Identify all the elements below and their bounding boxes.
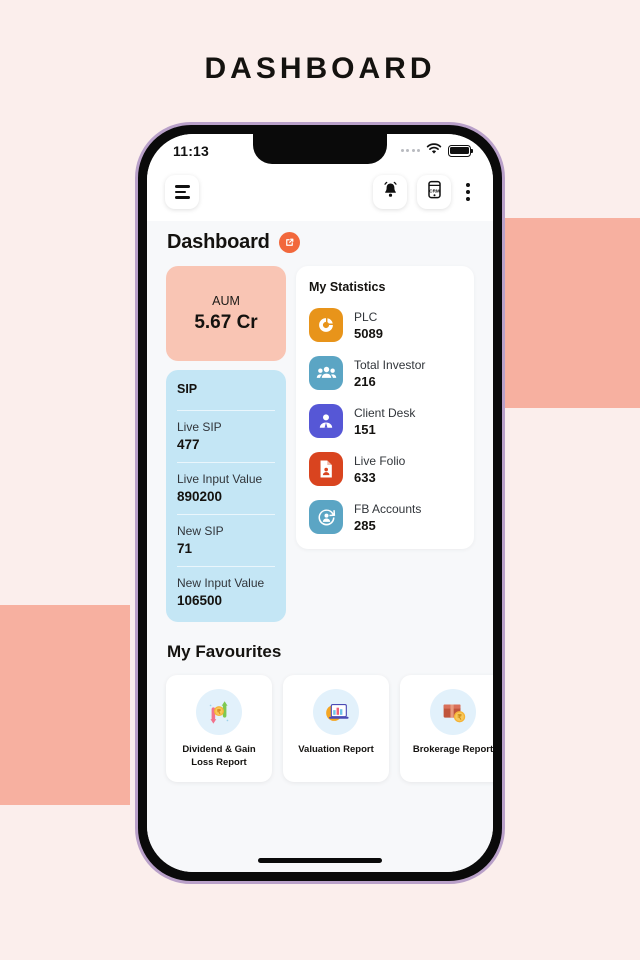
stat-value: 216 [354,373,376,389]
svg-text:₹: ₹ [457,714,462,722]
page-title: DASHBOARD [204,52,436,85]
stat-value: 5089 [354,325,383,341]
battery-icon [448,144,474,157]
sip-value: 890200 [177,489,223,504]
refresh-person-icon [309,500,343,534]
stat-row-plc[interactable]: PLC 5089 [309,308,461,342]
dashboard-header: Dashboard [147,221,493,266]
favourite-card-brokerage[interactable]: ₹ Brokerage Report [400,675,493,782]
stat-label: Live Folio [354,453,406,468]
app-bar: CRM [147,167,493,221]
people-group-icon [309,356,343,390]
aum-value: 5.67 Cr [194,311,258,333]
stat-label: PLC [354,309,378,324]
favourite-label: Brokerage Report [412,744,493,755]
crm-phone-icon: CRM [426,180,443,204]
hamburger-menu-button[interactable] [165,175,199,209]
stat-value: 633 [354,469,376,485]
sip-row[interactable]: New Input Value 106500 [177,566,275,608]
sip-card: SIP Live SIP 477 Live Input Value 890200… [166,370,286,622]
brokerage-box-icon: ₹ [430,689,476,735]
favourites-title: My Favourites [167,642,282,661]
sip-label: New Input Value [177,576,265,590]
left-column: AUM 5.67 Cr SIP Live SIP 477 Live Input … [166,266,286,622]
stat-label: FB Accounts [354,501,422,516]
dashboard-title: Dashboard [167,231,270,253]
stat-row-fb-accounts[interactable]: FB Accounts 285 [309,500,461,534]
favourite-label: Valuation Report [298,744,374,755]
wifi-icon [426,142,442,160]
donut-chart-icon [309,308,343,342]
phone-notch [253,134,387,164]
status-time: 11:13 [173,142,210,159]
more-options-button[interactable] [461,182,475,202]
sip-row[interactable]: Live Input Value 890200 [177,462,275,504]
sip-row[interactable]: New SIP 71 [177,514,275,556]
phone-mockup: 11:13 CRM Dashboard AUM 5.67 Cr SIP Live… [135,122,505,884]
status-indicators [400,142,474,160]
sip-row[interactable]: Live SIP 477 [177,410,275,452]
dashboard-cards: AUM 5.67 Cr SIP Live SIP 477 Live Input … [147,266,493,622]
dividend-gain-loss-icon: ₹ [196,689,242,735]
home-indicator-area [147,847,493,872]
status-bar: 11:13 [147,134,493,167]
sip-label: Live SIP [177,420,222,434]
aum-card[interactable]: AUM 5.67 Cr [166,266,286,361]
favourite-card-valuation[interactable]: Valuation Report [283,675,389,782]
stat-label: Client Desk [354,405,416,420]
valuation-chart-icon [313,689,359,735]
svg-text:CRM: CRM [429,188,440,193]
crm-button[interactable]: CRM [417,175,451,209]
document-person-icon [309,452,343,486]
dashboard-content: Dashboard AUM 5.67 Cr SIP Live SIP 477 L… [147,221,493,847]
app-bar-actions: CRM [373,175,475,209]
stat-value: 285 [354,517,376,533]
statistics-title: My Statistics [309,280,386,294]
stat-row-total-investor[interactable]: Total Investor 216 [309,356,461,390]
sip-label: New SIP [177,524,224,538]
signal-dots-icon [400,149,420,152]
phone-screen: 11:13 CRM Dashboard AUM 5.67 Cr SIP Live… [147,134,493,872]
stat-row-client-desk[interactable]: Client Desk 151 [309,404,461,438]
sip-value: 106500 [177,593,223,608]
stat-value: 151 [354,421,376,437]
person-badge-icon [309,404,343,438]
hamburger-menu-icon [174,185,190,199]
statistics-card: My Statistics PLC 5089 Total Investor 21… [296,266,474,549]
stat-row-live-folio[interactable]: Live Folio 633 [309,452,461,486]
decorative-rect-left [0,605,130,805]
bell-icon [382,181,399,204]
sip-card-title: SIP [177,382,198,396]
favourites-row: ₹ Dividend & Gain Loss Report Valuation … [147,675,493,782]
external-link-icon[interactable] [278,232,300,253]
favourite-card-dividend[interactable]: ₹ Dividend & Gain Loss Report [166,675,272,782]
sip-value: 71 [177,541,193,556]
notification-button[interactable] [373,175,407,209]
favourite-label: Dividend & Gain Loss Report [182,744,256,768]
stat-label: Total Investor [354,357,426,372]
home-indicator[interactable] [258,858,382,863]
sip-value: 477 [177,437,200,452]
sip-label: Live Input Value [177,472,263,486]
aum-label: AUM [212,293,240,308]
